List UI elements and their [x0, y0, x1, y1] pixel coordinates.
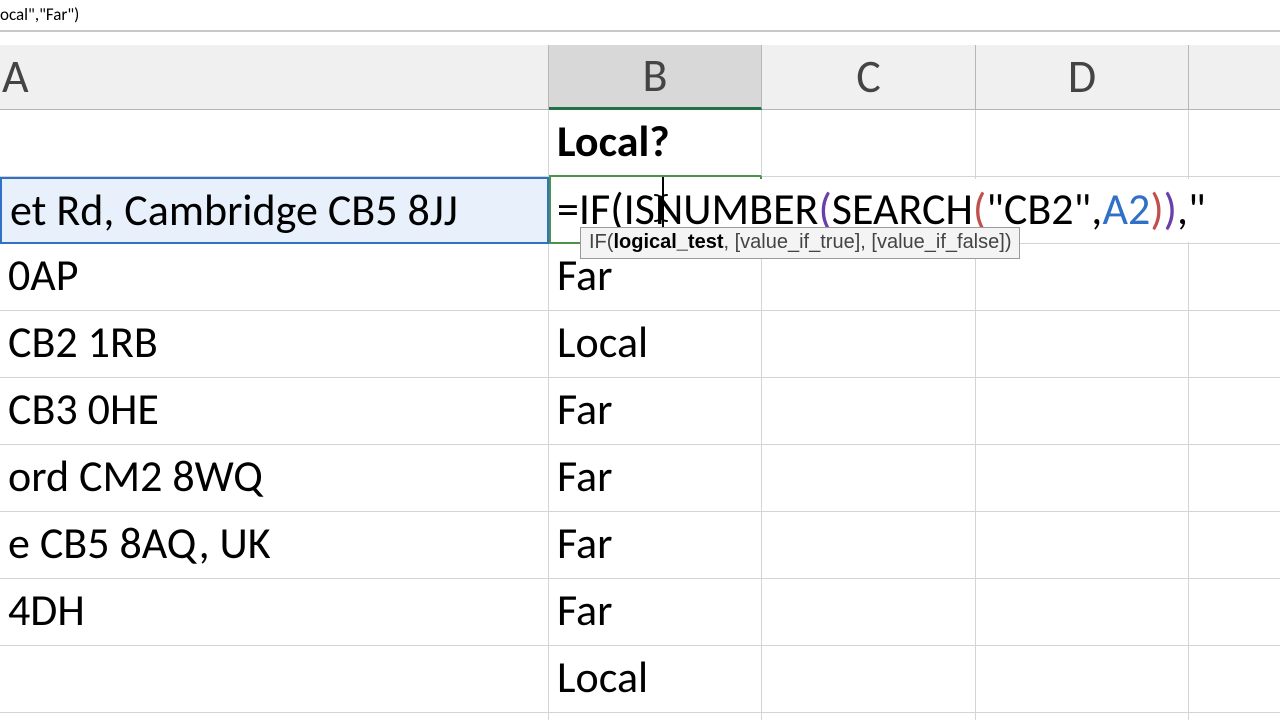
- table-row: Local: [0, 646, 1280, 713]
- cell[interactable]: [762, 110, 976, 177]
- cell[interactable]: [1189, 110, 1280, 177]
- cell-text: et Rd, Cambridge CB5 8JJ: [10, 183, 458, 237]
- cell[interactable]: 0AP: [0, 244, 549, 311]
- cell[interactable]: [976, 378, 1189, 445]
- cell-text: Local: [557, 650, 648, 704]
- divider: [0, 30, 1280, 35]
- table-row: CB3 0HE Far: [0, 378, 1280, 445]
- cell[interactable]: [976, 713, 1189, 720]
- cell[interactable]: [0, 646, 549, 713]
- formula-trail: ": [1188, 182, 1206, 236]
- cell[interactable]: Far: [549, 378, 762, 445]
- tooltip-arg[interactable]: [value_if_true]: [735, 231, 861, 253]
- cell[interactable]: 4DH: [0, 579, 549, 646]
- cell[interactable]: [1189, 512, 1280, 579]
- tooltip-arg[interactable]: [value_if_false]: [871, 231, 1004, 253]
- cell-text: 4DH: [8, 583, 85, 637]
- cell[interactable]: [976, 311, 1189, 378]
- column-header-label: D: [1068, 49, 1096, 105]
- tooltip-arg-current[interactable]: logical_test: [613, 231, 723, 253]
- formula-ref: A2: [1103, 182, 1151, 236]
- cell[interactable]: CB3 0HE: [0, 378, 549, 445]
- column-header-b[interactable]: B: [549, 45, 762, 110]
- cell[interactable]: ord CM2 8WQ: [0, 445, 549, 512]
- cell[interactable]: [1189, 445, 1280, 512]
- column-header-d[interactable]: D: [976, 45, 1189, 110]
- cell[interactable]: Local: [549, 646, 762, 713]
- tooltip-fn-name: IF: [589, 231, 607, 253]
- cell[interactable]: [1189, 713, 1280, 720]
- cell[interactable]: Far: [549, 445, 762, 512]
- column-header-label: B: [642, 48, 667, 104]
- cell[interactable]: [976, 110, 1189, 177]
- column-headers-row: A B C D: [0, 45, 1280, 110]
- table-row: ord CM2 8WQ Far: [0, 445, 1280, 512]
- column-header-label: C: [856, 49, 881, 105]
- column-header-a[interactable]: A: [0, 45, 549, 110]
- cell[interactable]: [976, 646, 1189, 713]
- cell[interactable]: [976, 445, 1189, 512]
- cell[interactable]: [1189, 244, 1280, 311]
- cell[interactable]: [976, 512, 1189, 579]
- cell[interactable]: [762, 311, 976, 378]
- cell[interactable]: CB2 1RB: [0, 311, 549, 378]
- table-row: [0, 713, 1280, 720]
- cell[interactable]: Far: [549, 579, 762, 646]
- cell-text: e CB5 8AQ, UK: [8, 516, 271, 570]
- cell[interactable]: Far: [549, 512, 762, 579]
- cell[interactable]: [1189, 311, 1280, 378]
- formula-eq: =: [557, 182, 579, 236]
- cell[interactable]: [762, 579, 976, 646]
- cell[interactable]: [762, 378, 976, 445]
- cell-text: Far: [557, 516, 612, 570]
- cell-text: Local?: [557, 114, 670, 168]
- cell-text: CB2 1RB: [8, 315, 158, 369]
- cell[interactable]: [0, 110, 549, 177]
- table-row: 4DH Far: [0, 579, 1280, 646]
- cell[interactable]: [762, 646, 976, 713]
- table-row: Local?: [0, 110, 1280, 177]
- column-header-e[interactable]: [1189, 45, 1280, 110]
- cell-text: CB3 0HE: [8, 382, 159, 436]
- cell[interactable]: [1189, 378, 1280, 445]
- function-tooltip[interactable]: IF(logical_test, [value_if_true], [value…: [580, 227, 1020, 259]
- column-header-c[interactable]: C: [762, 45, 976, 110]
- cell[interactable]: [0, 713, 549, 720]
- cell[interactable]: [976, 579, 1189, 646]
- cell-text: Far: [557, 382, 612, 436]
- cell-text: Far: [557, 583, 612, 637]
- table-row: CB2 1RB Local: [0, 311, 1280, 378]
- cell-header-local[interactable]: Local?: [549, 110, 762, 177]
- cell-text: Far: [557, 449, 612, 503]
- cell[interactable]: [549, 713, 762, 720]
- cell[interactable]: Local: [549, 311, 762, 378]
- column-header-label: A: [2, 49, 29, 105]
- table-row: e CB5 8AQ, UK Far: [0, 512, 1280, 579]
- cell-referenced-a2[interactable]: et Rd, Cambridge CB5 8JJ: [0, 177, 549, 244]
- cell[interactable]: [762, 512, 976, 579]
- cell-text: ord CM2 8WQ: [8, 449, 263, 503]
- formula-comma: ,: [1091, 182, 1102, 236]
- cell-text: Local: [557, 315, 648, 369]
- cell[interactable]: [762, 713, 976, 720]
- formula-bar-text: ocal","Far"): [0, 4, 79, 25]
- cell[interactable]: e CB5 8AQ, UK: [0, 512, 549, 579]
- cell-text: 0AP: [8, 248, 79, 302]
- cell[interactable]: [1189, 646, 1280, 713]
- formula-bar[interactable]: ocal","Far"): [0, 0, 1280, 30]
- spreadsheet-grid[interactable]: A B C D Local? et Rd, Cambridge CB5 8JJ: [0, 45, 1280, 720]
- rows-container: Local? et Rd, Cambridge CB5 8JJ =IF(ISNU…: [0, 110, 1280, 720]
- formula-comma: ,: [1177, 182, 1188, 236]
- cell[interactable]: [762, 445, 976, 512]
- cell[interactable]: [1189, 579, 1280, 646]
